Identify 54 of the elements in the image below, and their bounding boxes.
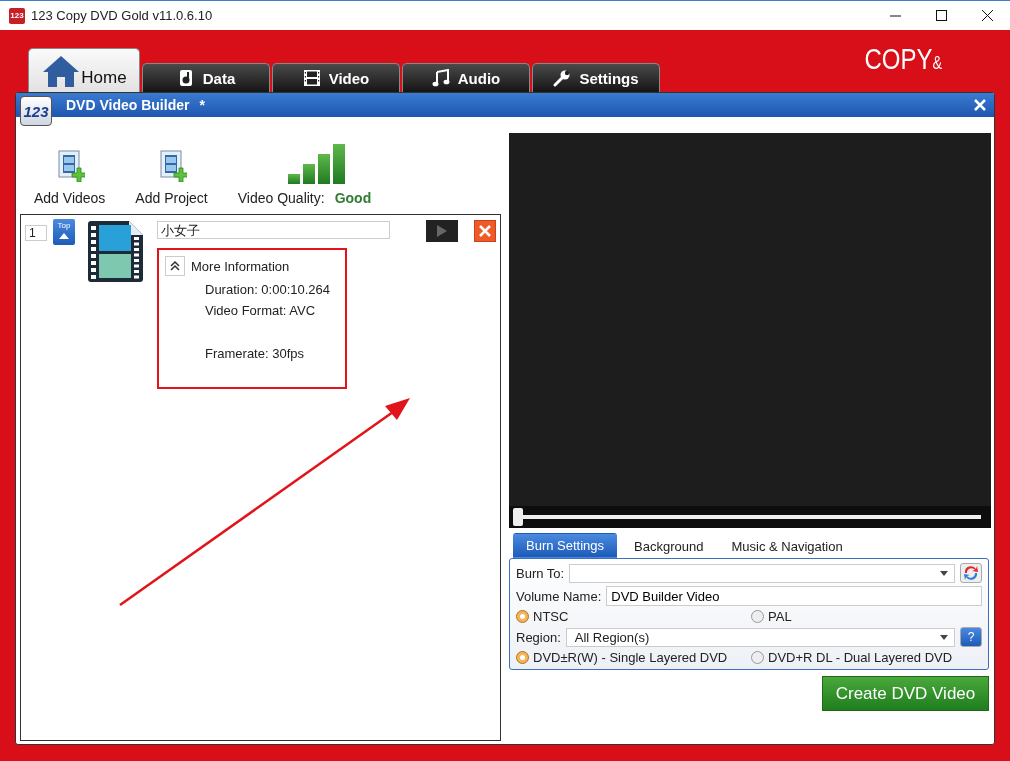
tab[interactable]: Video xyxy=(272,63,400,92)
music-note-icon xyxy=(431,69,450,87)
field-label: Burn To: xyxy=(516,565,565,581)
tab[interactable]: Background xyxy=(623,535,715,558)
collapse-button[interactable] xyxy=(165,256,185,276)
delete-button[interactable] xyxy=(474,220,496,242)
film-icon xyxy=(302,69,321,87)
radio-button[interactable]: DVD+R DL - Dual Layered DVD xyxy=(751,650,982,665)
up-arrow-icon xyxy=(59,233,69,239)
play-icon xyxy=(436,225,448,237)
dialog-title: DVD Video Builder xyxy=(66,97,190,113)
radio-button[interactable]: DVD±R(W) - Single Layered DVD xyxy=(516,650,751,665)
tab[interactable]: Music & Navigation xyxy=(720,535,854,558)
info-title: More Information xyxy=(191,258,290,274)
field-label: Region: xyxy=(516,629,561,645)
dropdown-arrow-icon xyxy=(940,570,948,576)
info-line: Video Format: AVC xyxy=(205,303,317,318)
seek-slider[interactable] xyxy=(513,508,981,526)
close-icon[interactable] xyxy=(981,10,993,21)
tab[interactable]: Home xyxy=(28,48,140,92)
move-top-button[interactable]: Top xyxy=(53,219,75,245)
signal-bars-icon xyxy=(287,144,345,184)
create-dvd-button[interactable]: Create DVD Video xyxy=(822,676,989,711)
app-logo: 123 xyxy=(20,96,52,126)
radio-button[interactable]: NTSC xyxy=(516,609,751,624)
double-chevron-icon xyxy=(170,261,180,271)
info-line: Framerate: 30fps xyxy=(205,346,305,361)
volume-name-field[interactable]: DVD Builder Video xyxy=(606,586,982,606)
tab[interactable]: Burn Settings xyxy=(513,533,618,558)
toolbar-button[interactable]: Add Project xyxy=(135,150,208,206)
video-file-icon xyxy=(87,219,145,283)
close-icon xyxy=(479,225,491,237)
dropdown-arrow-icon xyxy=(940,634,948,640)
region-dropdown[interactable]: All Region(s) xyxy=(565,627,955,647)
modified-mark: * xyxy=(199,97,205,113)
tab[interactable]: Data xyxy=(142,63,270,92)
play-button[interactable] xyxy=(426,220,458,242)
info-line: Duration: 0:00:10.264 xyxy=(205,282,332,297)
radio-button[interactable]: PAL xyxy=(751,609,982,624)
quality-value: Good xyxy=(334,190,372,206)
field-label: Volume Name: xyxy=(516,588,602,604)
tab[interactable]: Audio xyxy=(402,63,530,92)
toolbar-button[interactable]: Add Videos xyxy=(34,150,106,206)
video-title-field[interactable]: 小女子 xyxy=(157,221,390,239)
order-number[interactable]: 1 xyxy=(25,225,47,241)
brand-logo: COPY& xyxy=(864,42,942,76)
quality-label: Video Quality: xyxy=(237,190,325,206)
window-title: 123 Copy DVD Gold v11.0.6.10 xyxy=(31,8,214,23)
tab[interactable]: Settings xyxy=(532,63,660,92)
app-icon: 123 xyxy=(9,7,25,24)
help-button[interactable]: ? xyxy=(960,627,982,647)
refresh-button[interactable] xyxy=(960,563,982,583)
maximize-icon[interactable] xyxy=(935,10,947,21)
wrench-icon xyxy=(553,69,572,87)
